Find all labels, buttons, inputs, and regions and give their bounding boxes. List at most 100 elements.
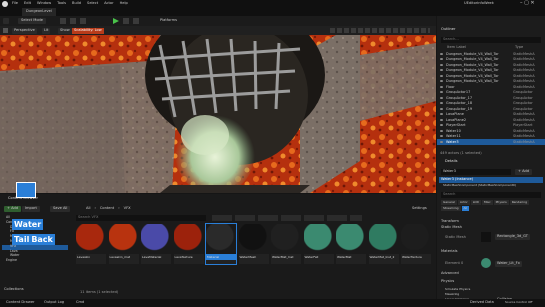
- asset-tile[interactable]: WaterFall: [303, 224, 334, 264]
- menu-window[interactable]: Window: [37, 1, 51, 6]
- visibility-eye-icon[interactable]: [440, 63, 443, 66]
- menu-edit[interactable]: Edit: [24, 1, 31, 6]
- visibility-eye-icon[interactable]: [440, 58, 443, 61]
- level-viewport[interactable]: [0, 35, 436, 193]
- visibility-eye-icon[interactable]: [440, 135, 443, 138]
- asset-tile[interactable]: WaterMesh: [238, 224, 269, 264]
- details-filter-tab[interactable]: All: [461, 206, 470, 211]
- col-item-label[interactable]: Item Label: [447, 45, 466, 50]
- visibility-eye-icon[interactable]: [440, 85, 443, 88]
- section-static-mesh[interactable]: Static Mesh: [441, 225, 462, 230]
- tab-level[interactable]: DungeonLevel: [22, 8, 56, 16]
- build-icon[interactable]: [60, 18, 66, 24]
- outliner-row[interactable]: Dungeon_Module_V4_Wall_Tor StaticMeshA: [437, 73, 545, 79]
- outliner-row[interactable]: GroupActor_19 GroupActor: [437, 106, 545, 112]
- asset-tile[interactable]: Lavaskin: [76, 224, 106, 264]
- platforms-button[interactable]: Platforms: [160, 18, 177, 23]
- material-dropdown[interactable]: Water_Lit_Fx: [495, 261, 522, 267]
- play-options-icon[interactable]: [123, 18, 129, 24]
- section-advanced[interactable]: Advanced: [441, 271, 459, 276]
- details-filter-tab[interactable]: Rendering: [509, 200, 530, 205]
- lit-button[interactable]: Lit: [42, 28, 51, 34]
- blueprint-icon[interactable]: [70, 18, 76, 24]
- outliner-row[interactable]: Water3 StaticMeshA: [437, 139, 545, 145]
- menu-select[interactable]: Select: [87, 1, 98, 6]
- col-type[interactable]: Type: [515, 45, 523, 50]
- details-filter-tab[interactable]: Streaming: [441, 206, 461, 211]
- outliner-item-label: GroupActor_19: [446, 106, 473, 111]
- asset-tile[interactable]: WaterTexture: [401, 224, 431, 264]
- outliner-row[interactable]: Water10 StaticMeshA: [437, 128, 545, 134]
- menu-tools[interactable]: Tools: [57, 1, 66, 6]
- asset-tile[interactable]: Lavaskin_mat: [108, 224, 139, 264]
- menu-build[interactable]: Build: [72, 1, 81, 6]
- asset-tile[interactable]: LavaTexture: [173, 224, 204, 264]
- visibility-eye-icon[interactable]: [440, 129, 443, 132]
- collections-header[interactable]: Collections: [4, 287, 24, 292]
- visibility-eye-icon[interactable]: [440, 107, 443, 110]
- show-button[interactable]: Show: [58, 28, 72, 34]
- section-transform[interactable]: Transform: [441, 219, 459, 224]
- section-materials[interactable]: Materials: [441, 249, 457, 254]
- outliner-row[interactable]: Dungeon_Module_V4_Wall_Tor StaticMeshA: [437, 68, 545, 74]
- outliner-row[interactable]: LavaPlane StaticMeshA: [437, 112, 545, 118]
- asset-tile[interactable]: WaterMat_Inst_2: [368, 224, 399, 264]
- details-filter-tab[interactable]: Actor: [457, 200, 470, 205]
- details-mesh-component[interactable]: StaticMeshComponent (StaticMeshComponent…: [443, 184, 516, 187]
- outliner-row[interactable]: Dungeon_Module_V4_Wall_Tor StaticMeshA: [437, 79, 545, 85]
- outliner-row[interactable]: Dungeon_Module_V4_Wall_Tor StaticMeshA: [437, 57, 545, 63]
- content-drawer-button[interactable]: Content Drawer: [6, 300, 35, 305]
- visibility-eye-icon[interactable]: [440, 140, 443, 143]
- cinematics-icon[interactable]: [80, 18, 86, 24]
- menu-help[interactable]: Help: [120, 1, 128, 6]
- static-mesh-dropdown[interactable]: Rectangle_3d_GT: [495, 234, 530, 240]
- stop-icon[interactable]: [133, 18, 139, 24]
- menu-actor[interactable]: Actor: [104, 1, 113, 6]
- source-control-button[interactable]: Source Control Off: [505, 301, 532, 304]
- asset-thumbnail: [271, 224, 301, 254]
- details-add-button[interactable]: + Add: [515, 169, 533, 175]
- outliner-row[interactable]: GroupActor17 GroupActor: [437, 90, 545, 96]
- outliner-row[interactable]: Floor StaticMeshA: [437, 84, 545, 90]
- play-icon[interactable]: [113, 18, 119, 24]
- details-filter-tab[interactable]: LOD: [470, 200, 481, 205]
- visibility-eye-icon[interactable]: [440, 102, 443, 105]
- visibility-eye-icon[interactable]: [440, 124, 443, 127]
- cmd-button[interactable]: Cmd: [76, 300, 84, 305]
- visibility-eye-icon[interactable]: [440, 91, 443, 94]
- menu-file[interactable]: File: [12, 1, 18, 6]
- visibility-eye-icon[interactable]: [440, 74, 443, 77]
- outliner-row[interactable]: Dungeon_Module_V4_Wall_Tor StaticMeshA: [437, 51, 545, 57]
- visibility-eye-icon[interactable]: [440, 80, 443, 83]
- asset-tile[interactable]: WaterMat_Inst: [271, 224, 301, 264]
- visibility-eye-icon[interactable]: [440, 113, 443, 116]
- viewport-menu-icon[interactable]: [3, 28, 8, 33]
- visibility-eye-icon[interactable]: [440, 118, 443, 121]
- transform-icons[interactable]: [330, 28, 430, 33]
- visibility-eye-icon[interactable]: [440, 69, 443, 72]
- asset-tile[interactable]: WaterMat: [336, 224, 366, 264]
- save-icon[interactable]: [3, 18, 9, 24]
- derived-data-button[interactable]: Derived Data: [470, 300, 494, 305]
- visibility-eye-icon[interactable]: [440, 52, 443, 55]
- details-filter-tab[interactable]: Misc: [481, 200, 493, 205]
- window-controls[interactable]: – ▢ ✕: [520, 1, 535, 6]
- outliner-row[interactable]: LavaPlane2 StaticMeshA: [437, 117, 545, 123]
- details-filter-tab[interactable]: Physics: [493, 200, 509, 205]
- asset-tile[interactable]: LavaMaterial: [141, 224, 171, 264]
- outliner-search[interactable]: Search...: [441, 37, 541, 43]
- output-log-button[interactable]: Output Log: [44, 300, 64, 305]
- outliner-row[interactable]: Water11 StaticMeshA: [437, 134, 545, 140]
- visibility-eye-icon[interactable]: [440, 96, 443, 99]
- details-search[interactable]: Search: [441, 192, 541, 198]
- outliner-row[interactable]: GroupActor_17 GroupActor: [437, 95, 545, 101]
- outliner-row[interactable]: PlayerStart PlayerStart: [437, 123, 545, 129]
- details-filter-tab[interactable]: General: [441, 200, 457, 205]
- details-actor-name[interactable]: Water3: [441, 169, 511, 175]
- select-mode-button[interactable]: Select Mode: [18, 18, 47, 24]
- perspective-button[interactable]: Perspective: [12, 28, 37, 34]
- asset-tile[interactable]: Material: [205, 223, 237, 265]
- section-physics[interactable]: Physics: [441, 279, 454, 284]
- outliner-row[interactable]: GroupActor_18 GroupActor: [437, 101, 545, 107]
- outliner-row[interactable]: Dungeon_Module_V4_Wall_Tor StaticMeshA: [437, 62, 545, 68]
